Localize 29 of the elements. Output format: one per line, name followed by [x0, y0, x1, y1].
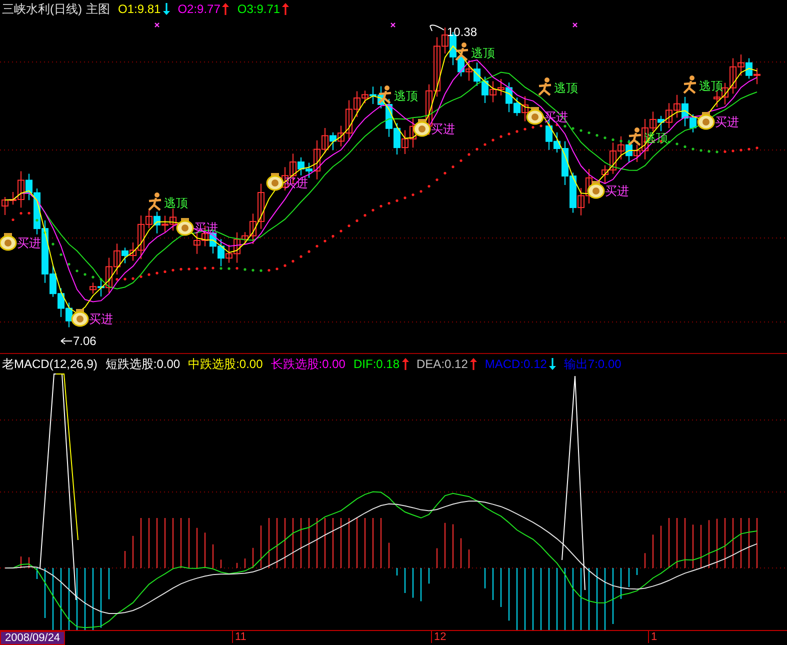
- indicator-value: 输出7:0.00: [564, 356, 622, 372]
- buy-signal-label: 买进: [605, 184, 629, 198]
- indicator-value: MACD:0.12: [484, 356, 547, 372]
- buy-signal-label: 买进: [17, 236, 41, 250]
- indicator-value: 中跌选股:0.00: [188, 356, 263, 372]
- axis-tick-label: 11: [232, 631, 246, 643]
- date-label: 2008/09/24: [0, 631, 66, 645]
- high-price-label: 10.38: [447, 25, 478, 39]
- axis-tick-label: 1: [648, 631, 658, 643]
- chart-label: 主图: [86, 1, 110, 18]
- indicator-value: O1:9.81: [118, 1, 161, 18]
- escape-signal-label: 逃顶: [394, 89, 418, 103]
- indicator-value: 短跌选股:0.00: [105, 356, 180, 372]
- indicator-name: 老MACD(12,26,9): [2, 356, 98, 372]
- escape-signal-label: 逃顶: [471, 46, 495, 60]
- indicator-value: DIF:0.18: [353, 356, 400, 372]
- indicator-value: O3:9.71: [237, 1, 280, 18]
- buy-signal-label: 买进: [89, 312, 113, 326]
- axis-tick-label: 12: [431, 631, 446, 643]
- low-price-label: 7.06: [73, 334, 96, 348]
- escape-signal-label: 逃顶: [699, 79, 723, 93]
- stock-title: 三峡水利(日线): [2, 1, 82, 18]
- indicator-value: DEA:0.12: [416, 356, 468, 372]
- buy-signal-label: 买进: [431, 122, 455, 136]
- escape-signal-label: 逃顶: [164, 196, 188, 210]
- buy-signal-label: 买进: [715, 115, 739, 129]
- escape-signal-label: 逃顶: [554, 81, 578, 95]
- indicator-value: O2:9.77: [178, 1, 220, 18]
- indicator-value: 长跌选股:0.00: [270, 356, 346, 372]
